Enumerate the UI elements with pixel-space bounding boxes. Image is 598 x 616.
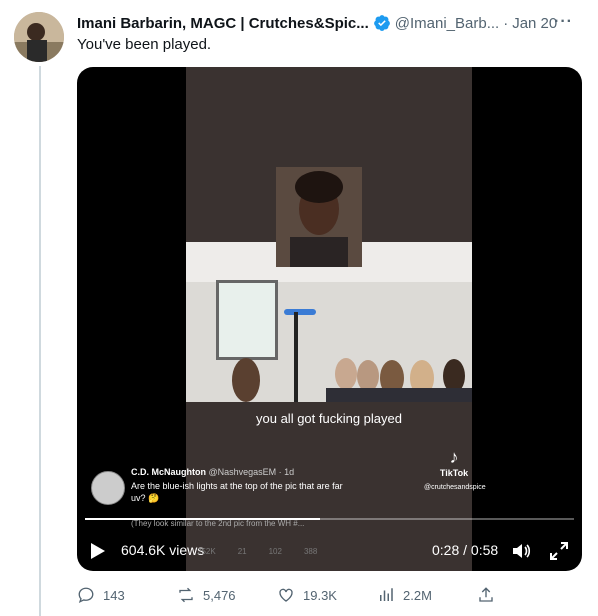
tiktok-handle: @crutchesandspice bbox=[424, 484, 486, 491]
tweet-text: You've been played. bbox=[77, 36, 212, 53]
embed-body: Are the blue-ish lights at the top of th… bbox=[131, 481, 343, 503]
like-count: 19.3K bbox=[303, 587, 337, 603]
fullscreen-icon[interactable] bbox=[549, 541, 569, 561]
heart-icon bbox=[279, 588, 293, 602]
embed-stats: 252K 21 102 388 bbox=[197, 547, 317, 556]
embed-sub: (They look similar to the 2nd pic from t… bbox=[131, 519, 305, 528]
embed-stat-retweets: 102 bbox=[268, 547, 282, 556]
embed-stat-views: 252K bbox=[197, 547, 216, 556]
tweet-actions: 143 5,476 19.3K 2.2M bbox=[77, 584, 507, 606]
time-readout: 0:28 / 0:58 bbox=[432, 542, 499, 558]
verified-badge-icon bbox=[373, 15, 390, 31]
embed-handle: @NashvegasEM · 1d bbox=[208, 467, 295, 477]
audience bbox=[232, 358, 472, 402]
play-icon[interactable] bbox=[91, 543, 105, 559]
separator-dot: · bbox=[503, 14, 509, 32]
retweet-count: 5,476 bbox=[203, 587, 236, 603]
reply-button[interactable]: 143 bbox=[77, 586, 177, 604]
video-player[interactable]: you all got fucking played ♪ TikTok @cru… bbox=[77, 67, 582, 571]
display-name[interactable]: Imani Barbarin, MAGC | Crutches&Spic... bbox=[77, 15, 369, 32]
projector bbox=[284, 309, 316, 315]
view-count: 604.6K views bbox=[121, 542, 205, 558]
more-options-icon[interactable]: ··· bbox=[554, 13, 573, 31]
like-button[interactable]: 19.3K bbox=[277, 586, 377, 604]
presentation-screen bbox=[216, 280, 278, 360]
handle[interactable]: @Imani_Barb... bbox=[395, 15, 499, 32]
embed-stat-likes: 388 bbox=[303, 547, 318, 556]
tiktok-label: TikTok bbox=[439, 468, 469, 478]
embed-stat-replies: 21 bbox=[237, 547, 247, 556]
embed-author-name: C.D. McNaughton bbox=[131, 467, 206, 477]
timestamp[interactable]: Jan 20 bbox=[512, 15, 557, 32]
reply-icon bbox=[78, 587, 94, 604]
share-button[interactable] bbox=[477, 586, 507, 604]
volume-icon[interactable] bbox=[511, 541, 531, 561]
views-button[interactable]: 2.2M bbox=[377, 586, 477, 604]
video-caption: you all got fucking played bbox=[256, 411, 402, 426]
share-icon bbox=[479, 587, 493, 602]
reply-count: 143 bbox=[103, 587, 125, 603]
tweet-header: Imani Barbarin, MAGC | Crutches&Spic... … bbox=[77, 13, 587, 33]
embed-avatar bbox=[91, 471, 125, 505]
tiktok-logo: ♪ TikTok bbox=[438, 447, 470, 478]
analytics-icon bbox=[380, 588, 393, 601]
video-controls: 604.6K views 252K 21 102 388 0:28 / 0:58 bbox=[77, 537, 582, 565]
retweet-button[interactable]: 5,476 bbox=[177, 586, 277, 604]
view-count-total: 2.2M bbox=[403, 587, 432, 603]
thread-line bbox=[39, 66, 41, 616]
avatar[interactable] bbox=[14, 12, 64, 62]
tiktok-note-icon: ♪ bbox=[449, 447, 459, 467]
creator-inset bbox=[276, 167, 362, 267]
embed-author: C.D. McNaughton @NashvegasEM · 1d bbox=[131, 467, 294, 477]
retweet-icon bbox=[179, 587, 193, 603]
